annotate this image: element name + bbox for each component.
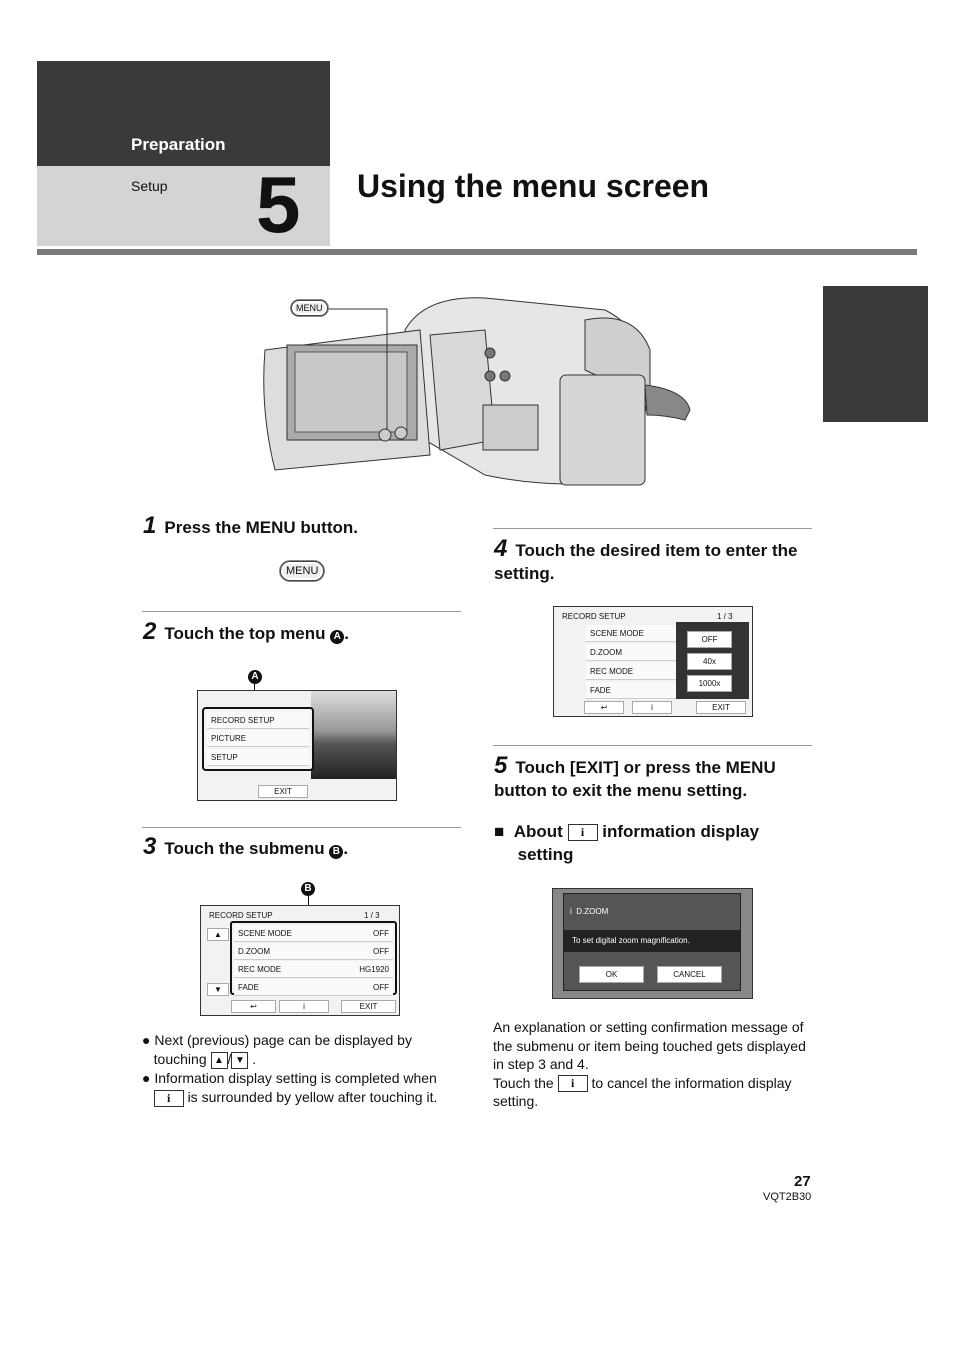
top-menu-setup[interactable]: SETUP — [207, 749, 309, 766]
marker-b: B — [329, 845, 344, 859]
submenu-item[interactable]: FADE OFF — [234, 979, 393, 996]
document-code: VQT2B30 — [763, 1191, 812, 1203]
page-indicator: 1 / 3 — [364, 911, 380, 920]
chapter-number: 5 — [256, 160, 301, 249]
menu-button-callout: MENU — [291, 300, 328, 316]
down-arrow-icon: ▼ — [231, 1051, 249, 1069]
info-button[interactable]: i — [279, 1000, 329, 1013]
step-5: 5 Touch [EXIT] or press the MENU button t… — [494, 752, 776, 801]
submenu-screen: RECORD SETUP 1 / 3 ▲ ▼ SCENE MODE OFF D.Z… — [200, 905, 400, 1016]
option-1000x[interactable]: 1000x — [687, 675, 732, 692]
setting-screen: RECORD SETUP 1 / 3 SCENE MODE D.ZOOM REC… — [553, 606, 753, 717]
page-title: Using the menu screen — [357, 168, 710, 204]
marker-a: A — [330, 630, 345, 644]
back-button[interactable]: ↩ — [584, 701, 624, 714]
submenu-item[interactable]: REC MODE — [586, 663, 676, 680]
submenu-item[interactable]: D.ZOOM OFF — [234, 943, 393, 960]
section-label: Preparation — [131, 135, 226, 154]
step-4: 4 Touch the desired item to enter the set… — [494, 535, 798, 584]
camcorder-illustration — [263, 297, 691, 486]
info-icon: i — [567, 824, 598, 842]
page-number: 27 — [794, 1173, 811, 1190]
ok-button[interactable]: OK — [579, 966, 644, 983]
option-40x[interactable]: 40x — [687, 653, 732, 670]
note-2: ● Information display setting is complet… — [142, 1070, 438, 1107]
exit-button[interactable]: EXIT — [696, 701, 746, 714]
top-menu-screen: RECORD SETUP PICTURE SETUP EXIT — [197, 690, 397, 801]
submenu-header: RECORD SETUP — [209, 911, 273, 920]
divider — [142, 827, 461, 828]
title-rule — [37, 249, 917, 255]
about-info-heading: ■ About i information display setting — [494, 822, 760, 864]
divider — [142, 611, 461, 612]
info-icon: i — [557, 1075, 588, 1093]
top-menu-record-setup[interactable]: RECORD SETUP — [207, 712, 309, 729]
exit-button[interactable]: EXIT — [341, 1000, 396, 1013]
page-up-button[interactable]: ▲ — [207, 928, 229, 941]
step-1: 1 Press the MENU button. — [143, 512, 358, 539]
submenu-item[interactable]: REC MODE HG1920 — [234, 961, 393, 978]
exit-button[interactable]: EXIT — [258, 785, 308, 798]
notes-list: ● Next (previous) page can be displayed … — [142, 1031, 472, 1107]
page-down-button[interactable]: ▼ — [207, 983, 229, 996]
explanation-text: An explanation or setting confirmation m… — [493, 1018, 813, 1111]
info-dialog: i D.ZOOM To set digital zoom magnificati… — [563, 893, 741, 991]
cancel-info-paragraph: Touch the i to cancel the information di… — [493, 1074, 792, 1110]
back-button[interactable]: ↩ — [231, 1000, 276, 1013]
setting-popup: OFF 40x 1000x — [676, 622, 749, 699]
top-menu-picture[interactable]: PICTURE — [207, 730, 309, 747]
info-icon: i — [153, 1089, 184, 1107]
up-arrow-icon: ▲ — [210, 1051, 228, 1069]
submenu-header: RECORD SETUP — [562, 612, 626, 621]
option-off[interactable]: OFF — [687, 631, 732, 648]
info-message: To set digital zoom magnification. — [564, 930, 740, 952]
marker-a-callout: A — [248, 670, 262, 684]
info-screen: i D.ZOOM To set digital zoom magnificati… — [552, 888, 753, 999]
info-button[interactable]: i — [632, 701, 672, 714]
divider — [493, 745, 812, 746]
page-indicator: 1 / 3 — [717, 612, 733, 621]
side-tab — [823, 286, 928, 422]
divider — [493, 528, 812, 529]
top-menu-list: RECORD SETUP PICTURE SETUP — [202, 707, 314, 771]
info-item-label: i D.ZOOM — [570, 907, 609, 916]
cancel-button[interactable]: CANCEL — [657, 966, 722, 983]
step-3: 3 Touch the submenu B. — [143, 833, 349, 860]
submenu-item[interactable]: SCENE MODE — [586, 625, 676, 642]
submenu-item[interactable]: SCENE MODE OFF — [234, 925, 393, 942]
marker-b-callout: B — [301, 882, 315, 896]
note-1: ● Next (previous) page can be displayed … — [142, 1032, 412, 1069]
step-2: 2 Touch the top menu A. — [143, 618, 349, 645]
menu-button-graphic: MENU — [280, 561, 325, 581]
explanation-paragraph: An explanation or setting confirmation m… — [493, 1019, 806, 1072]
submenu-item[interactable]: D.ZOOM — [586, 644, 676, 661]
background-photo — [311, 691, 396, 779]
subsection-label: Setup — [131, 178, 168, 194]
submenu-item[interactable]: FADE — [586, 682, 676, 699]
